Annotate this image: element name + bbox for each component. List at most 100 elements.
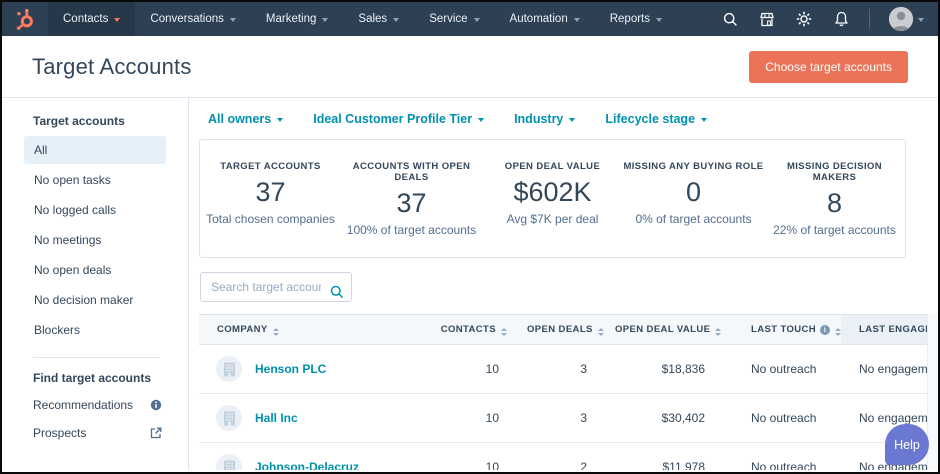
sort-icon[interactable] — [501, 327, 507, 336]
nav-utility-icons — [721, 2, 938, 36]
chevron-down-icon — [656, 18, 663, 22]
stat-sublabel: 100% of target accounts — [346, 223, 477, 237]
stat-accounts-with-open-deals: ACCOUNTS WITH OPEN DEALS 37 100% of targ… — [341, 161, 482, 237]
table-row[interactable]: Hall Inc 10 3 $30,402 No outreach No eng… — [199, 393, 927, 443]
sidebar-item-no-decision-maker[interactable]: No decision maker — [24, 286, 166, 314]
company-avatar-icon — [216, 405, 242, 431]
sidebar-item-no-meetings[interactable]: No meetings — [24, 226, 166, 254]
sort-icon[interactable] — [597, 327, 604, 336]
company-link[interactable]: Henson PLC — [255, 362, 326, 376]
stat-sublabel: Total chosen companies — [206, 212, 335, 226]
stat-value: 0 — [685, 177, 702, 207]
open-deal-value-cell: $30,402 — [615, 393, 733, 443]
company-link[interactable]: Johnson-Delacruz — [255, 460, 359, 470]
nav-menu: Contacts Conversations Marketing Sales S… — [48, 2, 677, 36]
nav-item-label: Contacts — [63, 13, 109, 25]
stat-label: MISSING DECISION MAKERS — [786, 161, 883, 183]
last-touch-cell: No outreach — [733, 442, 841, 470]
avatar[interactable] — [889, 7, 913, 31]
stat-sublabel: 0% of target accounts — [635, 212, 752, 226]
sidebar-item-all[interactable]: All — [24, 136, 166, 164]
nav-item-label: Conversations — [150, 13, 224, 25]
filter-label: Industry — [514, 112, 564, 126]
filter-ideal-customer-profile-tier[interactable]: Ideal Customer Profile Tier — [313, 112, 485, 126]
column-header-last-engagement[interactable]: LAST ENGAGEMENT — [841, 314, 927, 345]
stat-label: ACCOUNTS WITH OPEN DEALS — [352, 161, 471, 183]
chevron-down-icon — [478, 118, 485, 122]
search-icon[interactable] — [721, 10, 739, 28]
accounts-table: COMPANY CONTACTS OPEN DEALS OPEN DEAL VA… — [199, 314, 927, 470]
last-touch-cell: No outreach — [733, 344, 841, 394]
summary-stats-card: TARGET ACCOUNTS 37 Total chosen companie… — [199, 139, 906, 258]
info-icon[interactable] — [150, 399, 162, 411]
nav-item-label: Marketing — [265, 13, 317, 25]
main-content: All owners Ideal Customer Profile Tier I… — [189, 98, 938, 470]
sort-icon[interactable] — [272, 327, 279, 336]
sidebar-section-title: Find target accounts — [33, 371, 152, 385]
page-body: Target accounts All No open tasks No log… — [2, 98, 938, 470]
nav-item-reports[interactable]: Reports — [595, 2, 677, 36]
table-row[interactable]: Henson PLC 10 3 $18,836 No outreach No e… — [199, 344, 927, 394]
filter-industry[interactable]: Industry — [514, 112, 576, 126]
choose-target-accounts-button[interactable]: Choose target accounts — [749, 50, 908, 83]
sidebar-item-no-logged-calls[interactable]: No logged calls — [24, 196, 166, 224]
open-deal-value-cell: $18,836 — [615, 344, 733, 394]
stat-target-accounts: TARGET ACCOUNTS 37 Total chosen companie… — [200, 161, 341, 237]
sidebar-item-label: Prospects — [33, 426, 87, 440]
stat-value: 8 — [826, 188, 843, 218]
open-deals-cell: 3 — [527, 344, 615, 394]
column-header-contacts[interactable]: CONTACTS — [439, 314, 527, 345]
nav-item-service[interactable]: Service — [414, 2, 494, 36]
nav-item-automation[interactable]: Automation — [495, 2, 595, 36]
account-menu[interactable] — [889, 7, 924, 31]
marketplace-icon[interactable] — [758, 10, 776, 28]
last-engagement-cell: No engagement — [841, 344, 927, 394]
contacts-cell: 10 — [439, 344, 527, 394]
filter-all-owners[interactable]: All owners — [208, 112, 284, 126]
info-icon[interactable]: i — [820, 325, 831, 335]
sidebar-item-prospects[interactable]: Prospects — [24, 419, 162, 447]
search-icon[interactable] — [330, 285, 344, 304]
nav-item-contacts[interactable]: Contacts — [48, 2, 136, 36]
sidebar-item-blockers[interactable]: Blockers — [24, 316, 166, 344]
sidebar-item-recommendations[interactable]: Recommendations — [24, 391, 162, 419]
table-row[interactable]: Johnson-Delacruz 10 2 $11,978 No outreac… — [199, 442, 927, 470]
open-deals-cell: 2 — [527, 442, 615, 470]
filter-label: All owners — [208, 112, 272, 126]
nav-item-sales[interactable]: Sales — [343, 2, 414, 36]
table-header-row: COMPANY CONTACTS OPEN DEALS OPEN DEAL VA… — [199, 314, 927, 345]
help-button[interactable]: Help — [885, 424, 929, 465]
column-label: LAST ENGAGEMENT — [859, 324, 927, 335]
filter-label: Lifecycle stage — [605, 112, 696, 126]
sort-icon[interactable] — [715, 327, 722, 336]
settings-icon[interactable] — [795, 10, 813, 28]
sidebar: Target accounts All No open tasks No log… — [2, 98, 189, 470]
sort-icon[interactable] — [835, 327, 841, 336]
open-deals-cell: 3 — [527, 393, 615, 443]
search-row — [200, 272, 938, 302]
column-header-open-deals[interactable]: OPEN DEALS — [527, 314, 615, 345]
sidebar-item-no-open-tasks[interactable]: No open tasks — [24, 166, 166, 194]
stat-sublabel: Avg $7K per deal — [506, 212, 599, 226]
open-deal-value-cell: $11,978 — [615, 442, 733, 470]
stat-value: 37 — [396, 188, 427, 218]
hubspot-logo-icon[interactable] — [2, 2, 48, 36]
column-label: CONTACTS — [440, 323, 496, 335]
column-header-last-touch[interactable]: LAST TOUCH i — [733, 314, 841, 345]
nav-divider — [869, 9, 870, 29]
nav-item-label: Automation — [509, 13, 568, 25]
column-header-company[interactable]: COMPANY — [199, 314, 439, 345]
notifications-icon[interactable] — [832, 10, 850, 28]
sidebar-item-no-open-deals[interactable]: No open deals — [24, 256, 166, 284]
chevron-down-icon — [473, 18, 480, 22]
nav-item-conversations[interactable]: Conversations — [135, 2, 251, 36]
filter-lifecycle-stage[interactable]: Lifecycle stage — [605, 112, 708, 126]
app-window: Contacts Conversations Marketing Sales S… — [0, 0, 940, 474]
last-touch-cell: No outreach — [733, 393, 841, 443]
nav-item-marketing[interactable]: Marketing — [251, 2, 344, 36]
nav-item-label: Sales — [358, 13, 388, 25]
column-header-open-deal-value[interactable]: OPEN DEAL VALUE — [615, 314, 733, 345]
stat-missing-decision-makers: MISSING DECISION MAKERS 8 22% of target … — [764, 161, 905, 237]
chevron-down-icon — [573, 18, 580, 22]
company-link[interactable]: Hall Inc — [255, 411, 298, 425]
